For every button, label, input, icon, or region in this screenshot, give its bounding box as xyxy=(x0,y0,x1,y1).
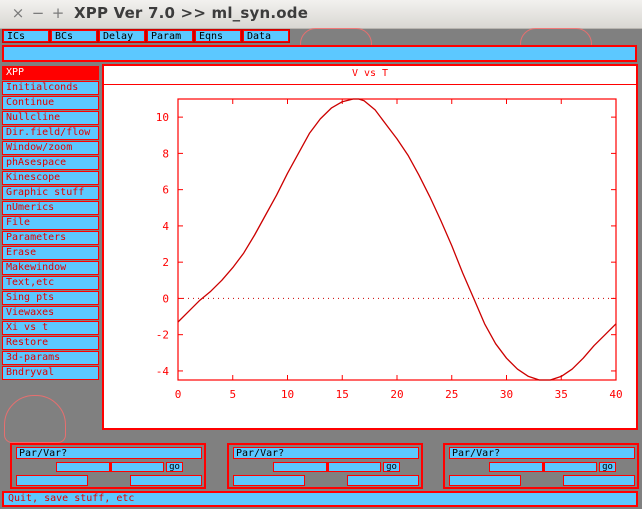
y-tick-label: 0 xyxy=(162,292,169,305)
window-title: XPP Ver 7.0 >> ml_syn.ode xyxy=(74,4,309,22)
eqns-button[interactable]: Eqns xyxy=(194,29,242,43)
slider-thumb[interactable] xyxy=(109,462,112,472)
slider-thumb[interactable] xyxy=(542,462,545,472)
menu-item-file[interactable]: File xyxy=(2,216,99,230)
y-tick-label: 2 xyxy=(162,256,169,269)
menu-item-3d-params[interactable]: 3d-params xyxy=(2,351,99,365)
menu-item-xpp[interactable]: XPP xyxy=(2,66,99,80)
x-tick-label: 30 xyxy=(500,388,513,401)
menu-item-viewaxes[interactable]: Viewaxes xyxy=(2,306,99,320)
data-button[interactable]: Data xyxy=(242,29,290,43)
menu-item-window-zoom[interactable]: Window/zoom xyxy=(2,141,99,155)
close-icon[interactable]: × xyxy=(10,5,26,21)
menu-item-parameters[interactable]: Parameters xyxy=(2,231,99,245)
graph-window[interactable]: V vs T 0 5 10 15 20 25 30 35 40 10 8 6 4 2 0 -2 -4 xyxy=(102,64,638,430)
menu-item-phasespace[interactable]: phAsespace xyxy=(2,156,99,170)
menu-item-sing-pts[interactable]: Sing pts xyxy=(2,291,99,305)
slider-panel-1: Par/Var? go xyxy=(10,443,206,489)
command-input[interactable] xyxy=(2,45,637,62)
y-tick-label: -4 xyxy=(156,365,170,378)
x-tick-label: 25 xyxy=(445,388,458,401)
menu-item-graphic-stuff[interactable]: Graphic stuff xyxy=(2,186,99,200)
ics-button[interactable]: ICs xyxy=(2,29,50,43)
menu-item-erase[interactable]: Erase xyxy=(2,246,99,260)
bcs-button[interactable]: BCs xyxy=(50,29,98,43)
series-line xyxy=(177,98,617,381)
slider-max-field[interactable] xyxy=(347,475,419,486)
slider-thumb[interactable] xyxy=(326,462,329,472)
menu-item-xi-vs-t[interactable]: Xi vs t xyxy=(2,321,99,335)
menu-item-nullcline[interactable]: Nullcline xyxy=(2,111,99,125)
minimize-icon[interactable]: − xyxy=(30,5,46,21)
slider-min-field[interactable] xyxy=(16,475,88,486)
y-tick-label: 8 xyxy=(162,147,169,160)
x-tick-label: 15 xyxy=(336,388,349,401)
y-tick-label: 10 xyxy=(156,111,169,124)
x-tick-label: 10 xyxy=(281,388,294,401)
x-tick-label: 0 xyxy=(175,388,182,401)
background-decoration-icon xyxy=(4,395,66,443)
x-tick-label: 40 xyxy=(609,388,622,401)
maximize-icon[interactable]: + xyxy=(50,5,66,21)
plot-frame xyxy=(177,98,617,381)
menu-item-restore[interactable]: Restore xyxy=(2,336,99,350)
par-var-input[interactable]: Par/Var? xyxy=(233,447,419,459)
param-button[interactable]: Param xyxy=(146,29,194,43)
menu-item-dir-field-flow[interactable]: Dir.field/flow xyxy=(2,126,99,140)
go-button[interactable]: go xyxy=(599,462,616,472)
y-tick-label: -2 xyxy=(156,329,169,342)
par-var-input[interactable]: Par/Var? xyxy=(449,447,635,459)
parameter-slider[interactable] xyxy=(489,462,597,472)
slider-min-field[interactable] xyxy=(233,475,305,486)
par-var-input[interactable]: Par/Var? xyxy=(16,447,202,459)
slider-panel-2: Par/Var? go xyxy=(227,443,423,489)
menu-item-makewindow[interactable]: Makewindow xyxy=(2,261,99,275)
x-tick-label: 5 xyxy=(229,388,236,401)
parameter-slider[interactable] xyxy=(273,462,381,472)
menu-item-continue[interactable]: Continue xyxy=(2,96,99,110)
plot-svg[interactable]: 0 5 10 15 20 25 30 35 401086420-2-4 xyxy=(104,66,636,428)
go-button[interactable]: go xyxy=(166,462,183,472)
status-bar: Quit, save stuff, etc xyxy=(2,491,638,507)
slider-panel-3: Par/Var? go xyxy=(443,443,639,489)
menu-item-text-etc[interactable]: Text,etc xyxy=(2,276,99,290)
menu-item-bndryval[interactable]: Bndryval xyxy=(2,366,99,380)
menu-item-numerics[interactable]: nUmerics xyxy=(2,201,99,215)
y-tick-label: 4 xyxy=(162,220,169,233)
go-button[interactable]: go xyxy=(383,462,400,472)
parameter-slider[interactable] xyxy=(56,462,164,472)
x-tick-label: 35 xyxy=(555,388,568,401)
menu-item-kinescope[interactable]: Kinescope xyxy=(2,171,99,185)
x-tick-label: 20 xyxy=(390,388,403,401)
slider-max-field[interactable] xyxy=(130,475,202,486)
slider-max-field[interactable] xyxy=(563,475,635,486)
title-bar: × − + XPP Ver 7.0 >> ml_syn.ode xyxy=(0,0,642,29)
delay-button[interactable]: Delay xyxy=(98,29,146,43)
menu-item-initialconds[interactable]: Initialconds xyxy=(2,81,99,95)
slider-min-field[interactable] xyxy=(449,475,521,486)
y-tick-label: 6 xyxy=(162,184,169,197)
